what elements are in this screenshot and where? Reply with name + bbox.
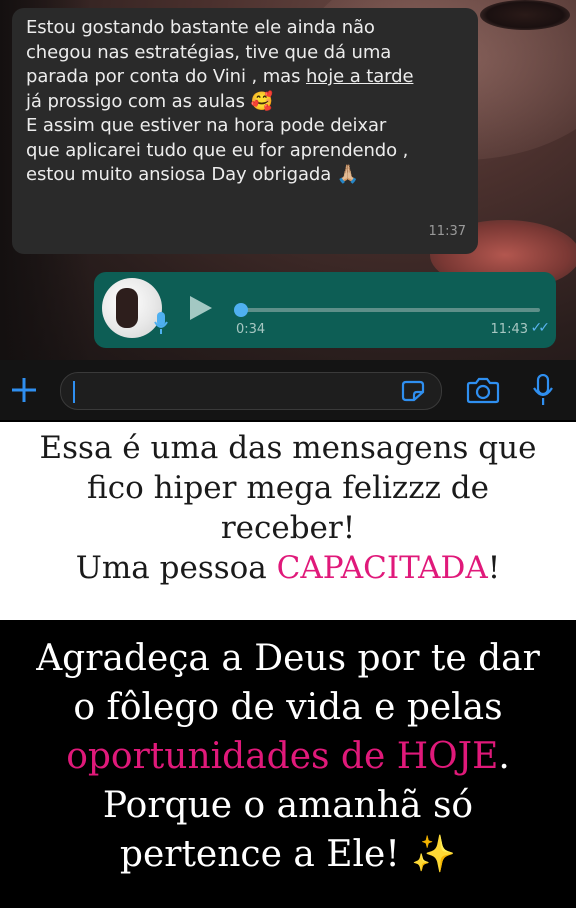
sticker-icon[interactable]: [401, 380, 425, 402]
caption-line: pertence a Ele! ✨: [0, 830, 576, 879]
message-input[interactable]: [60, 372, 442, 410]
caption-line: oportunidades de HOJE.: [0, 732, 576, 781]
caption-text: !: [487, 550, 501, 586]
audio-progress-track[interactable]: [238, 308, 540, 312]
caption-highlight: CAPACITADA: [276, 550, 488, 586]
caption-line: Porque o amanhã só: [102, 785, 474, 826]
incoming-message-text: Estou gostando bastante ele ainda não ch…: [26, 16, 464, 188]
caption-line: Essa é uma das mensagens que: [39, 430, 537, 466]
message-line: já prossigo com as aulas 🥰: [26, 90, 273, 112]
avatar[interactable]: [102, 278, 162, 338]
message-line: E assim que estiver na hora pode deixar: [26, 115, 387, 136]
date-link[interactable]: hoje a tarde: [306, 66, 414, 87]
avatar-photo: [116, 288, 138, 328]
incoming-message-time: 11:37: [428, 223, 466, 239]
microphone-icon[interactable]: [532, 374, 554, 406]
message-line: Estou gostando bastante ele ainda não: [26, 17, 375, 38]
double-check-icon: ✓✓: [530, 320, 551, 336]
story-caption-black: Agradeça a Deus por te dar o fôlego de v…: [0, 624, 576, 908]
caption-text: pertence a Ele!: [119, 834, 412, 875]
background-photo-eye: [480, 0, 570, 30]
audio-duration: 0:34: [236, 322, 266, 337]
camera-icon[interactable]: [466, 376, 500, 404]
message-input-bar: [0, 360, 576, 420]
caption-highlight: oportunidades de HOJE: [66, 736, 499, 777]
caption-text: .: [498, 736, 510, 777]
caption-line: receber!: [220, 510, 356, 546]
message-line: chegou nas estratégias, tive que dá uma: [26, 41, 392, 63]
message-line: que aplicarei tudo que eu for aprendendo…: [26, 139, 409, 161]
chat-background: Estou gostando bastante ele ainda não ch…: [0, 0, 576, 360]
caption-line: Uma pessoa CAPACITADA!: [0, 548, 576, 588]
message-line: parada por conta do Vini , mas: [26, 66, 306, 87]
outgoing-message-time: 11:43: [490, 322, 528, 337]
outgoing-audio-bubble[interactable]: 0:34 11:43 ✓✓: [94, 272, 556, 348]
audio-progress-handle[interactable]: [234, 303, 248, 317]
story-caption-white: Essa é uma das mensagens que fico hiper …: [0, 422, 576, 620]
text-cursor: [73, 381, 75, 403]
caption-line: fico hiper mega felizzz de: [87, 470, 489, 506]
caption-line: Agradeça a Deus por te dar: [36, 638, 540, 679]
caption-line: o fôlego de vida e pelas: [73, 687, 503, 728]
sparkles-icon: ✨: [411, 834, 457, 875]
plus-icon[interactable]: [8, 374, 40, 406]
message-line: estou muito ansiosa Day obrigada 🙏🏼: [26, 164, 360, 185]
microphone-badge-icon: [154, 312, 168, 334]
caption-text: Uma pessoa: [75, 550, 277, 586]
play-icon[interactable]: [190, 296, 212, 320]
incoming-message-bubble[interactable]: Estou gostando bastante ele ainda não ch…: [12, 8, 478, 254]
